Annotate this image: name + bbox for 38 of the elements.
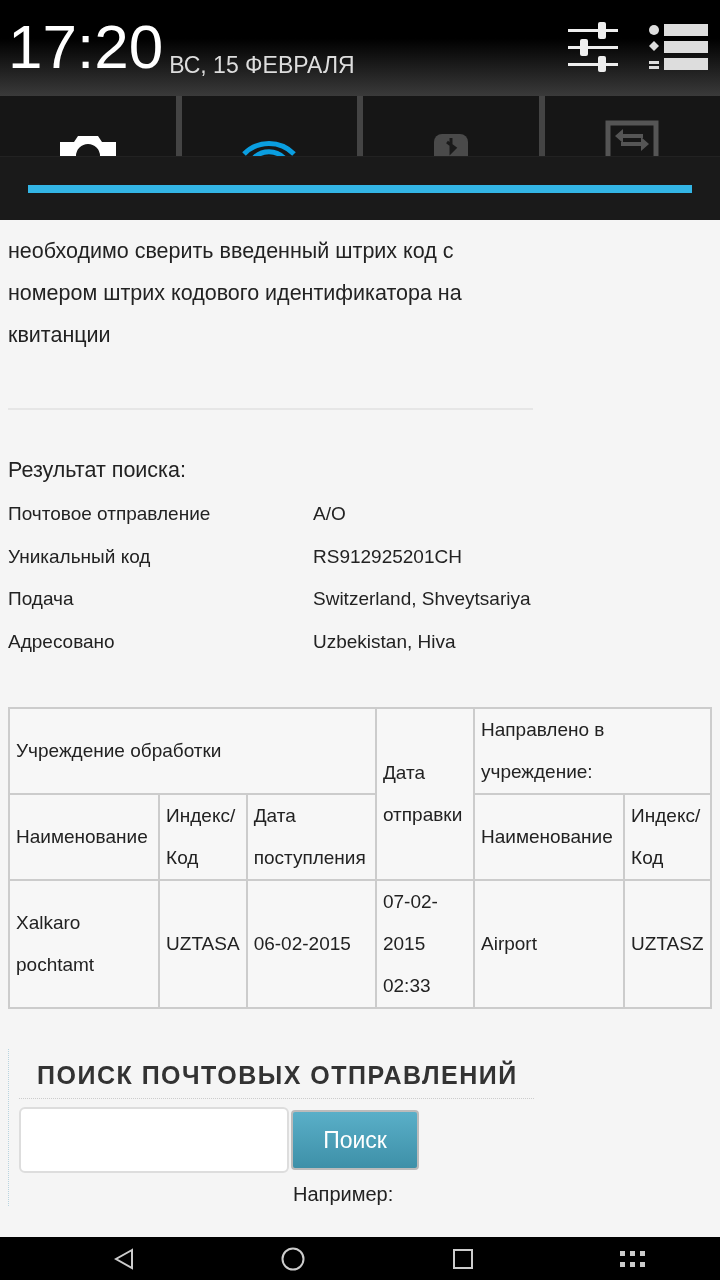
field-value: A/O [313,502,347,526]
column-header: Направлено в учреждение: [474,708,711,794]
table-cell: 07-02-2015 02:33 [375,880,474,1008]
settings-icon[interactable] [568,22,618,72]
instruction-text: необходимо сверить введенный штрих код с номером штрих кодового идентификатора на квитанции [8,238,463,349]
clock-time: 17:20 [8,16,164,78]
shade-handle[interactable] [28,185,692,193]
camera-icon[interactable] [57,134,118,156]
menu-icon[interactable] [620,1250,647,1267]
example-label: Например: [293,1183,394,1206]
search-button[interactable]: Поиск [291,1110,419,1170]
tracking-number-field[interactable] [19,1107,289,1173]
field-label: Адресовано [8,629,116,654]
field-label: Почтовое отправление [8,502,212,526]
table-cell: UZTASA [159,880,247,1008]
column-header: Индекс/Код [624,794,711,880]
table-cell: Xalkaro pochtamt [9,880,160,1008]
list-icon[interactable] [648,22,708,72]
column-header: Индекс/Код [159,794,247,880]
column-header: Дата отправки [375,708,474,880]
sync-icon[interactable] [605,120,660,156]
table-cell: Airport [474,880,625,1008]
date-label: ВС, 15 ФЕВРАЛЯ [169,52,355,79]
column-header: Учреждение обработки [9,708,376,794]
table-cell: 06-02-2015 [246,880,376,1008]
recents-icon[interactable] [452,1248,473,1269]
field-label: Подача [8,587,75,611]
result-title: Результат поиска: [8,458,186,483]
field-value: RS912925201CH [313,544,463,569]
field-value: Uzbekistan, Hiva [313,629,457,654]
home-icon[interactable] [281,1246,306,1271]
search-title: ПОИСК ПОЧТОВЫХ ОТПРАВЛЕНИЙ [37,1059,518,1091]
column-header: Наименование [9,794,160,880]
field-value: Switzerland, Shveytsariya [313,587,532,611]
back-icon[interactable] [113,1247,134,1270]
column-header: Наименование [474,794,625,880]
field-label: Уникальный код [8,544,152,569]
table-cell: UZTASZ [624,880,711,1008]
